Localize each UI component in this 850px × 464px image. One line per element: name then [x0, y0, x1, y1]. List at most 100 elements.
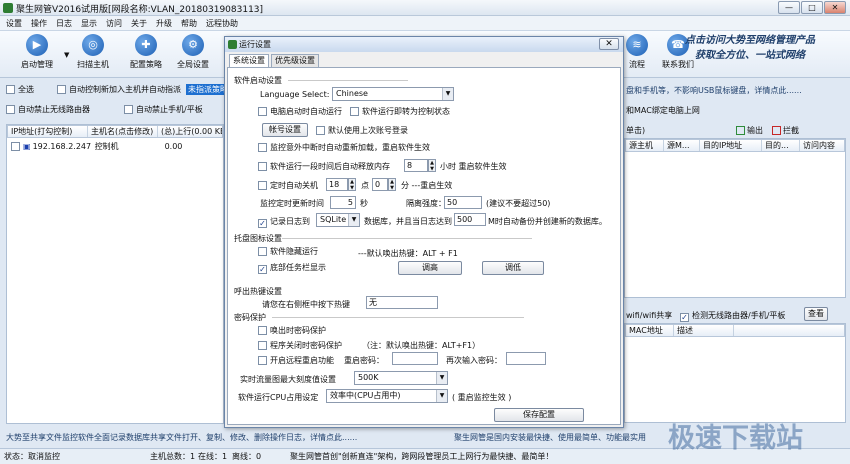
auto-control-checkbox[interactable]: 自动控制新加入主机并自动指派 — [57, 84, 181, 95]
menu-remote[interactable]: 远程协助 — [206, 16, 238, 31]
auto-phone-checkbox[interactable]: 自动禁止手机/平板 — [124, 104, 203, 115]
startup-section-title: 软件启动设置 — [234, 76, 282, 85]
shutdown-minute-unit: 分 ---重启生效 — [401, 181, 453, 190]
shutdown-minute-stepper[interactable]: ▲ ▼ — [388, 178, 396, 191]
lower-priority-button[interactable]: 调低 — [482, 261, 544, 275]
dialog-close-button[interactable]: ✕ — [599, 38, 619, 50]
restart-password-label: 重启密码： — [344, 356, 384, 365]
reload-on-interrupt-checkbox[interactable]: 监控意外中断时自动重新加载，重启软件生效 — [258, 142, 430, 153]
menu-upgrade[interactable]: 升级 — [156, 16, 172, 31]
free-memory-checkbox[interactable]: 软件运行一段时间后自动释放内存 — [258, 161, 390, 172]
close-button[interactable]: ✕ — [824, 1, 846, 14]
account-settings-button[interactable]: 帐号设置 — [262, 123, 308, 137]
log-database-select[interactable]: SQLite ▼ — [316, 213, 360, 227]
window-titlebar: 聚生网管V2016试用版[网段名称:VLAN_20180319083113] —… — [0, 0, 850, 16]
save-config-button[interactable]: 保存配置 — [494, 408, 584, 422]
restart-password-again-label: 再次输入密码： — [446, 356, 502, 365]
host-list-panel: IP地址(打勾控制) 主机名(点击修改) (总)上行(0.00 KB ▣ 192.16… — [6, 124, 224, 424]
monitor-update-input[interactable]: 5 — [330, 196, 356, 209]
menu-log[interactable]: 日志 — [56, 16, 72, 31]
status-hosts: 主机总数：1 — [150, 452, 196, 461]
raise-priority-button[interactable]: 调高 — [398, 261, 462, 275]
gear-icon: ⚙ — [182, 34, 204, 56]
shutdown-hour-stepper[interactable]: ▲ ▼ — [348, 178, 356, 191]
select-all-checkbox[interactable]: 全选 — [6, 84, 34, 95]
flow-scale-label: 实时流量图最大刻度值设置 — [240, 375, 336, 384]
shutdown-minute-input[interactable]: 0 — [372, 178, 388, 191]
log-size-suffix: M时自动备份并创建新的数据库。 — [488, 217, 607, 226]
auto-shutdown-checkbox[interactable]: 定时自动关机 — [258, 180, 318, 191]
remote-restart-checkbox[interactable]: 开启远程重启功能 — [258, 355, 334, 366]
hotkey-default-hint: ---默认唤出热键：ALT + F1 — [358, 249, 458, 258]
dialog-body: 软件启动设置 Language Select: Chinese ▼ 电脑启动时自动… — [227, 67, 621, 425]
menu-operate[interactable]: 操作 — [31, 16, 47, 31]
play-icon: ▶ — [26, 34, 48, 56]
view-button[interactable]: 查看 — [804, 307, 828, 321]
password-on-close-checkbox[interactable]: 程序关闭时密码保护 — [258, 340, 342, 351]
hotkey-section-title: 呼出热键设置 — [234, 287, 282, 296]
tab-system-settings[interactable]: 系统设置 — [229, 54, 269, 68]
section-divider — [272, 317, 524, 318]
menu-about[interactable]: 关于 — [131, 16, 147, 31]
block-legend[interactable]: 拦截 — [772, 125, 799, 136]
chevron-down-icon: ▼ — [442, 88, 453, 100]
password-section-title: 密码保护 — [234, 313, 266, 322]
chevron-down-icon: ▼ — [436, 390, 447, 402]
interval-input[interactable]: 50 — [444, 196, 482, 209]
control-on-run-checkbox[interactable]: 软件运行即转为控制状态 — [350, 106, 450, 117]
log-size-prefix: 数据库，并且当日志达到 — [364, 217, 452, 226]
status-state: 状态：取消监控 — [4, 452, 60, 461]
cpu-usage-label: 软件运行CPU占用设定 — [238, 393, 319, 402]
shutdown-hour-input[interactable]: 18 — [326, 178, 348, 191]
restart-password-again-input[interactable] — [506, 352, 546, 365]
menu-help[interactable]: 帮助 — [181, 16, 197, 31]
menu-settings[interactable]: 设置 — [6, 16, 22, 31]
usb-hint-link[interactable]: 盘和手机等，不影响USB鼠标键盘，详情点此...... — [626, 85, 802, 96]
autorun-checkbox[interactable]: 电脑启动时自动运行 — [258, 106, 342, 117]
shutdown-hour-unit: 点 — [361, 181, 369, 190]
menu-access[interactable]: 访问 — [106, 16, 122, 31]
output-legend[interactable]: 输出 — [736, 125, 763, 136]
table-row[interactable]: ▣ 192.168.2.247 控制机 0.00 — [7, 138, 223, 155]
detect-wifi-checkbox[interactable]: 检测无线路由器/手机/平板 — [680, 310, 785, 322]
tab-priority-settings[interactable]: 优先级设置 — [271, 54, 319, 67]
dialog-icon — [228, 40, 237, 49]
scan-hosts-button[interactable]: ◎ 扫描主机 — [66, 34, 120, 70]
scan-icon: ◎ — [82, 34, 104, 56]
free-memory-hours-input[interactable]: 8 — [404, 159, 428, 172]
cpu-usage-select[interactable]: 效率中(CPU占用中) ▼ — [326, 389, 448, 403]
hide-run-checkbox[interactable]: 软件隐藏运行 — [258, 246, 318, 257]
wifi-share-label: wifi/wifi共享 — [626, 311, 673, 320]
interval-hint: (建议不要超过50) — [486, 199, 551, 208]
bottom-left-link[interactable]: 大势至共享文件监控软件全面记录数据库共享文件打开、复制、修改、删除操作日志，详情… — [6, 432, 357, 443]
menu-display[interactable]: 显示 — [81, 16, 97, 31]
maximize-button[interactable]: □ — [801, 1, 823, 14]
flow-icon: ≋ — [626, 34, 648, 56]
chevron-down-icon: ▼ — [348, 214, 359, 226]
taskbar-show-checkbox[interactable]: 底部任务栏显示 — [258, 262, 326, 274]
free-memory-stepper[interactable]: ▲ ▼ — [428, 159, 436, 172]
banner-slogan[interactable]: 点击访问大势至网络管理产品 获取全方位、一站式网络 — [655, 33, 845, 75]
last-account-checkbox[interactable]: 默认使用上次账号登录 — [316, 125, 408, 136]
bottom-right-link[interactable]: 聚生网管是国内安装最快捷、使用最简单、功能最实用 — [454, 432, 646, 443]
monitor-update-label: 监控定时更新时间 — [260, 199, 324, 208]
menu-bar: 设置 操作 日志 显示 访问 关于 升级 帮助 远程协助 — [0, 16, 850, 31]
run-settings-dialog: 运行设置 ✕ 系统设置 优先级设置 软件启动设置 Language Select… — [224, 36, 624, 428]
config-policy-button[interactable]: ✚ 配置策略 — [119, 34, 173, 70]
traffic-log-header: 源主机 源M... 目的IP地址 目的... 访问内容 — [625, 139, 845, 152]
restart-password-input[interactable] — [392, 352, 438, 365]
host-list-header: IP地址(打勾控制) 主机名(点击修改) (总)上行(0.00 KB — [7, 125, 223, 138]
status-online: 在线：1 — [198, 452, 228, 461]
mac-list-header: MAC地址 描述 — [625, 324, 845, 337]
auto-wifi-checkbox[interactable]: 自动禁止无线路由器 — [6, 104, 90, 115]
chevron-down-icon: ▼ — [436, 372, 447, 384]
language-select[interactable]: Chinese ▼ — [332, 87, 454, 101]
global-settings-button[interactable]: ⚙ 全局设置 — [166, 34, 220, 70]
log-size-input[interactable]: 500 — [454, 213, 486, 226]
password-on-call-checkbox[interactable]: 唤出时密码保护 — [258, 325, 326, 336]
hotkey-input[interactable]: 无 — [366, 296, 438, 309]
record-log-checkbox[interactable]: 记录日志到 — [258, 216, 310, 228]
flow-scale-select[interactable]: 500K ▼ — [354, 371, 448, 385]
minimize-button[interactable]: — — [778, 1, 800, 14]
start-manage-button[interactable]: ▶ 启动管理 — [10, 34, 64, 70]
